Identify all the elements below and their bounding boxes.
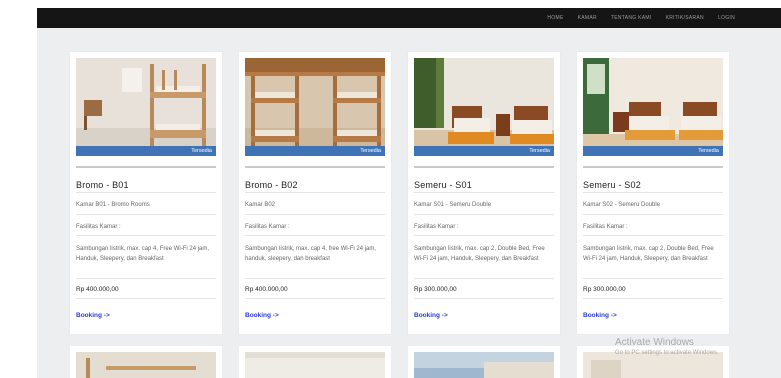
separator: [414, 278, 554, 279]
separator: [245, 192, 385, 193]
double-room-image: [414, 58, 554, 156]
room-photo: Tersedia: [245, 58, 385, 156]
room-card-partial: [70, 346, 222, 378]
watermark-title: Activate Windows: [615, 337, 694, 348]
room-card-partial: [239, 346, 391, 378]
room-price: Rp 300.000,00: [414, 286, 457, 293]
room-title: Semeru - S01: [414, 180, 472, 190]
separator: [76, 192, 216, 193]
room-card-partial: [408, 346, 560, 378]
facilities-text: Sambungan listrik, max. cap 4, Free Wi-F…: [76, 246, 210, 262]
card-divider: [583, 166, 723, 168]
separator: [414, 192, 554, 193]
room-photo: Tersedia: [414, 58, 554, 156]
separator: [583, 235, 723, 236]
facilities-text: Sambungan listrik, max. cap 4, free Wi-F…: [245, 246, 377, 262]
room-card: Tersedia Bromo - B02 Kamar B02 Fasilitas…: [239, 52, 391, 334]
nav-home-link[interactable]: HOME: [547, 15, 563, 21]
availability-badge: Tersedia: [76, 146, 216, 156]
card-divider: [76, 166, 216, 168]
room-title: Bromo - B01: [76, 180, 129, 190]
room-photo: [414, 352, 554, 378]
booking-link[interactable]: Booking ->: [245, 312, 279, 319]
bunk-room-image: [245, 58, 385, 156]
facilities-label: Fasilitas Kamar :: [583, 224, 628, 230]
separator: [245, 235, 385, 236]
room-subtitle: Kamar B02: [245, 202, 276, 208]
room-photo: [245, 352, 385, 378]
separator: [245, 278, 385, 279]
nav-kritik-saran-link[interactable]: KRITIK/SARAN: [666, 15, 704, 21]
room-card: Tersedia Semeru - S01 Kamar S01 - Semeru…: [408, 52, 560, 334]
watermark-subtitle: Go to PC settings to activate Windows.: [615, 350, 719, 356]
separator: [245, 214, 385, 215]
card-divider: [245, 166, 385, 168]
room-price: Rp 300.000,00: [583, 286, 626, 293]
separator: [76, 235, 216, 236]
nav-login-link[interactable]: LOGIN: [718, 15, 735, 21]
separator: [583, 298, 723, 299]
top-navbar: HOME KAMAR TENTANG KAMI KRITIK/SARAN LOG…: [37, 8, 781, 28]
booking-link[interactable]: Booking ->: [414, 312, 448, 319]
room-title: Bromo - B02: [245, 180, 298, 190]
card-divider: [414, 166, 554, 168]
availability-badge: Tersedia: [245, 146, 385, 156]
separator: [414, 235, 554, 236]
separator: [76, 278, 216, 279]
room-card: Tersedia Bromo - B01 Kamar B01 - Bromo R…: [70, 52, 222, 334]
room-price: Rp 400.000,00: [245, 286, 288, 293]
facilities-label: Fasilitas Kamar :: [414, 224, 459, 230]
room-photo: Tersedia: [583, 58, 723, 156]
separator: [245, 298, 385, 299]
double-room-image: [583, 58, 723, 156]
main-nav: HOME KAMAR TENTANG KAMI KRITIK/SARAN LOG…: [547, 8, 735, 28]
separator: [414, 214, 554, 215]
room-subtitle: Kamar S01 - Semeru Double: [414, 202, 492, 208]
separator: [583, 192, 723, 193]
availability-badge: Tersedia: [583, 146, 723, 156]
room-photo: [76, 352, 216, 378]
nav-tentang-kami-link[interactable]: TENTANG KAMI: [611, 15, 652, 21]
nav-kamar-link[interactable]: KAMAR: [578, 15, 597, 21]
room-subtitle: Kamar B01 - Bromo Rooms: [76, 202, 150, 208]
room-price: Rp 400.000,00: [76, 286, 119, 293]
room-subtitle: Kamar S02 - Semeru Double: [583, 202, 661, 208]
separator: [76, 214, 216, 215]
separator: [76, 298, 216, 299]
room-photo: Tersedia: [76, 58, 216, 156]
room-title: Semeru - S02: [583, 180, 641, 190]
booking-link[interactable]: Booking ->: [583, 312, 617, 319]
availability-badge: Tersedia: [414, 146, 554, 156]
room-card: Tersedia Semeru - S02 Kamar S02 - Semeru…: [577, 52, 729, 334]
room-list: Tersedia Bromo - B01 Kamar B01 - Bromo R…: [37, 28, 781, 378]
facilities-text: Sambungan listrik, max. cap 2, Double Be…: [583, 246, 714, 262]
separator: [583, 214, 723, 215]
activate-windows-watermark: Activate Windows Go to PC settings to ac…: [615, 337, 719, 356]
bunk-room-image: [76, 58, 216, 156]
facilities-label: Fasilitas Kamar :: [245, 224, 290, 230]
facilities-text: Sambungan listrik, max. cap 2, Double Be…: [414, 246, 545, 262]
separator: [414, 298, 554, 299]
separator: [583, 278, 723, 279]
facilities-label: Fasilitas Kamar :: [76, 224, 121, 230]
booking-link[interactable]: Booking ->: [76, 312, 110, 319]
